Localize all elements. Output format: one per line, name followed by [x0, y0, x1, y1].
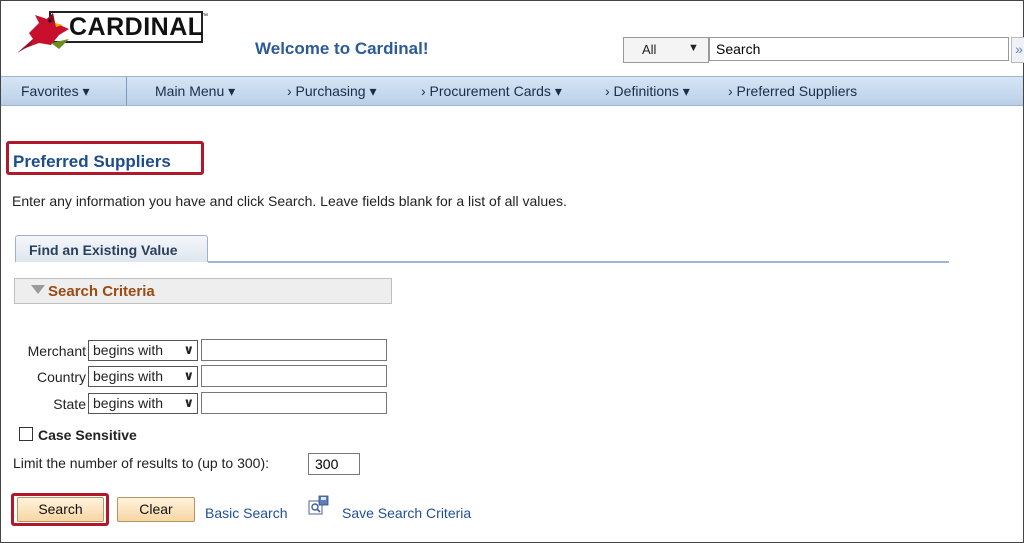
- search-criteria-label: Search Criteria: [48, 283, 155, 300]
- breadcrumb-procurement-cards[interactable]: › Procurement Cards ▾: [421, 83, 562, 100]
- navigation-bar: Favorites ▾ Main Menu ▾ › Purchasing ▾ ›…: [1, 76, 1023, 106]
- logo-text: CARDINAL: [69, 13, 204, 41]
- search-scope-label: All: [642, 42, 657, 57]
- nav-divider: [126, 77, 127, 105]
- case-sensitive-label: Case Sensitive: [38, 427, 137, 443]
- nav-main-menu[interactable]: Main Menu ▾: [155, 83, 235, 100]
- country-input[interactable]: [201, 365, 387, 387]
- country-label: Country: [36, 369, 86, 385]
- global-search: All ▼ »: [623, 37, 1024, 63]
- state-label: State: [53, 396, 86, 412]
- breadcrumb-definitions[interactable]: › Definitions ▾: [605, 83, 690, 100]
- save-search-criteria-link[interactable]: Save Search Criteria: [342, 505, 471, 521]
- tab-find-existing-value[interactable]: Find an Existing Value: [15, 235, 208, 262]
- breadcrumb-purchasing[interactable]: › Purchasing ▾: [287, 83, 377, 100]
- limit-results-label: Limit the number of results to (up to 30…: [13, 455, 270, 471]
- basic-search-link[interactable]: Basic Search: [205, 505, 287, 521]
- case-sensitive-checkbox[interactable]: [19, 427, 33, 441]
- country-operator-select[interactable]: begins with ∨: [88, 366, 198, 387]
- welcome-title: Welcome to Cardinal!: [255, 39, 429, 58]
- cardinal-logo[interactable]: CARDINAL ™: [11, 9, 208, 53]
- merchant-operator-select[interactable]: begins with ∨: [88, 340, 198, 361]
- header: CARDINAL ™ Welcome to Cardinal! All ▼ »: [1, 1, 1024, 76]
- save-search-icon[interactable]: [307, 495, 329, 517]
- country-operator-value: begins with: [93, 368, 164, 384]
- state-input[interactable]: [201, 392, 387, 414]
- merchant-operator-value: begins with: [93, 342, 164, 358]
- merchant-label: Merchant: [27, 343, 86, 359]
- logo-trademark: ™: [201, 13, 208, 20]
- search-go-icon[interactable]: »: [1011, 37, 1024, 63]
- state-operator-select[interactable]: begins with ∨: [88, 393, 198, 414]
- chevron-down-icon: ∨: [183, 368, 194, 383]
- chevron-down-icon: ▼: [688, 42, 699, 54]
- search-criteria-header[interactable]: Search Criteria: [14, 278, 392, 304]
- nav-favorites[interactable]: Favorites ▾: [21, 83, 90, 100]
- chevron-down-icon: ∨: [183, 342, 194, 357]
- tab-underline: [208, 261, 949, 263]
- chevron-down-icon: ∨: [183, 395, 194, 410]
- collapse-triangle-icon: [31, 285, 45, 294]
- tab-label: Find an Existing Value: [29, 242, 178, 258]
- merchant-input[interactable]: [201, 339, 387, 361]
- clear-button[interactable]: Clear: [117, 497, 195, 522]
- breadcrumb-preferred-suppliers[interactable]: › Preferred Suppliers: [728, 83, 857, 99]
- instructions-text: Enter any information you have and click…: [12, 193, 567, 209]
- limit-results-input[interactable]: [308, 453, 360, 475]
- search-scope-select[interactable]: All ▼: [623, 37, 709, 63]
- state-operator-value: begins with: [93, 395, 164, 411]
- global-search-input[interactable]: [709, 37, 1009, 61]
- page-title: Preferred Suppliers: [13, 152, 171, 171]
- search-button[interactable]: Search: [17, 497, 104, 522]
